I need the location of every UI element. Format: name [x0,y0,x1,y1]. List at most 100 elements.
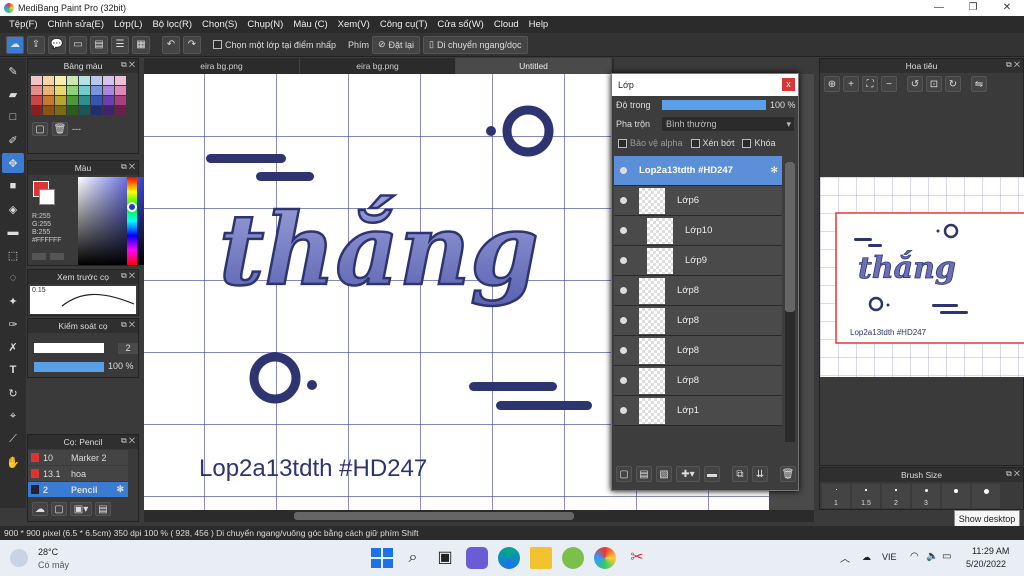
layer-row[interactable]: Lop2a13tdth #HD247 ✻ [614,156,782,186]
file-explorer-icon[interactable] [530,547,552,569]
palette-swatch[interactable] [31,86,42,95]
eraser-tool-icon[interactable]: ▰ [2,84,24,104]
palette-swatch[interactable] [115,86,126,95]
palette-swatch[interactable] [91,96,102,105]
reset-button[interactable]: ⊘ Đặt lại [371,35,421,54]
layer-row[interactable]: Lớp8 [614,306,782,336]
select-layer-checkbox[interactable]: Chọn một lớp tại điểm nhấp [213,40,336,50]
saturation-value-picker[interactable] [78,177,148,265]
layer-row[interactable]: Lớp9 [614,246,782,276]
hue-slider[interactable] [127,177,137,265]
tab-eira-bg-2[interactable]: eira bg.png [300,58,456,74]
visibility-eye-icon[interactable] [620,317,627,324]
redo-icon[interactable]: ↷ [183,35,201,54]
volume-icon[interactable]: 🔈 [926,551,938,562]
reset-color-icon[interactable] [50,253,64,260]
tab-untitled[interactable]: Untitled [456,58,612,74]
palette-swatch[interactable] [103,106,114,115]
palette-swatch[interactable] [31,96,42,105]
folder-icon[interactable]: ▬ [704,466,720,482]
palette-swatch[interactable] [79,86,90,95]
message-icon[interactable]: ▭ [69,35,87,54]
actual-size-icon[interactable]: ⊡ [926,76,942,92]
app-icon[interactable] [562,547,584,569]
pen-tool-icon[interactable]: ✐ [2,130,24,150]
palette-swatch[interactable] [91,86,102,95]
fill-rect-tool-icon[interactable]: ■ [2,176,24,196]
language-indicator[interactable]: VIE [882,552,897,562]
layer-scroll-thumb[interactable] [785,162,795,312]
gradient-tool-icon[interactable]: ▬ [2,222,24,242]
flip-icon[interactable]: ⇋ [971,76,987,92]
palette-swatch[interactable] [79,76,90,85]
palette-swatch[interactable] [79,106,90,115]
layer-1bit-icon[interactable]: ▧ [656,466,672,482]
eyedropper-tool-icon[interactable]: ⌖ [2,406,24,426]
brush-item[interactable]: 13.1 hoa [28,466,128,481]
palette-swatch[interactable] [103,86,114,95]
menu-help[interactable]: Help [524,19,554,30]
navigator-preview[interactable]: thắng Lop2a13tdth #HD247 [820,177,1024,377]
palette-swatch[interactable] [43,106,54,115]
brush-tool-icon[interactable]: ✎ [2,61,24,81]
palette-swatch[interactable] [55,76,66,85]
brush-size-slider[interactable] [34,343,104,353]
delete-palette-icon[interactable]: 🗑 [52,122,68,136]
visibility-eye-icon[interactable] [620,257,627,264]
menu-window[interactable]: Cửa sổ(W) [432,19,488,30]
move-tool-icon[interactable]: ✥ [2,153,24,173]
layer-row[interactable]: Lớp1 [614,396,782,426]
tab-eira-bg-1[interactable]: eira bg.png [144,58,300,74]
minimize-button[interactable]: — [922,0,956,16]
lasso-tool-icon[interactable]: ◌ [2,268,24,288]
panel-controls-icon[interactable]: ⧉ ✕ [121,60,135,70]
palette-swatch[interactable] [67,96,78,105]
menu-file[interactable]: Tệp(F) [4,19,43,30]
palette-swatch[interactable] [55,106,66,115]
horizontal-scrollbar[interactable] [144,510,814,522]
protect-alpha-checkbox[interactable]: Bảo vệ alpha [618,138,683,148]
layer-row[interactable]: Lớp10 [614,216,782,246]
visibility-eye-icon[interactable] [620,197,627,204]
select-tool-icon[interactable]: ⬚ [2,245,24,265]
palette-swatch[interactable] [55,96,66,105]
rectangle-tool-icon[interactable]: □ [2,107,24,127]
zoom-out-icon[interactable]: − [881,76,897,92]
new-layer-icon[interactable]: ▢ [616,466,632,482]
palette-swatch[interactable] [91,76,102,85]
share-icon[interactable]: ⇪ [27,35,45,54]
visibility-eye-icon[interactable] [620,377,627,384]
list-icon[interactable]: ☰ [111,35,129,54]
zoom-in-icon[interactable]: + [843,76,859,92]
new-palette-icon[interactable]: ▢ [32,122,48,136]
dropper-tool-icon[interactable]: ⟋ [2,429,24,449]
undo-icon[interactable]: ↶ [162,35,180,54]
panel-controls-icon[interactable]: ⧉ ✕ [121,436,135,446]
magic-wand-icon[interactable]: ✦ [2,291,24,311]
menu-color[interactable]: Màu (C) [288,19,332,30]
move-button[interactable]: ▯ Di chuyển ngang/dọc [423,35,528,54]
palette-swatch[interactable] [67,76,78,85]
brush-size-preset[interactable]: 2 [882,484,910,508]
hand-tool-icon[interactable]: ✋ [2,452,24,472]
panel-controls-icon[interactable]: ⧉ ✕ [121,320,135,330]
brush-opacity-slider[interactable] [34,362,104,372]
menu-select[interactable]: Chọn(S) [197,19,242,30]
gear-icon[interactable]: ✻ [770,165,778,176]
operation-tool-icon[interactable]: ↻ [2,383,24,403]
palette-swatch[interactable] [31,76,42,85]
menu-cloud[interactable]: Cloud [489,19,524,30]
bucket-tool-icon[interactable]: ◈ [2,199,24,219]
menu-snap[interactable]: Chụp(N) [242,19,288,30]
visibility-eye-icon[interactable] [620,167,627,174]
chevron-up-icon[interactable]: ︿ [840,550,850,565]
text-tool-icon[interactable]: T [2,360,24,380]
brush-size-value[interactable]: 2 [118,343,138,354]
copy-layer-icon[interactable]: ⧉ [732,466,748,482]
palette-swatch[interactable] [67,106,78,115]
palette-swatch[interactable] [43,96,54,105]
palette-swatch[interactable] [31,106,42,115]
grid-icon[interactable]: ▦ [132,35,150,54]
wifi-icon[interactable]: ◠ [910,551,919,562]
snipping-tool-icon[interactable]: ✂ [626,547,648,569]
